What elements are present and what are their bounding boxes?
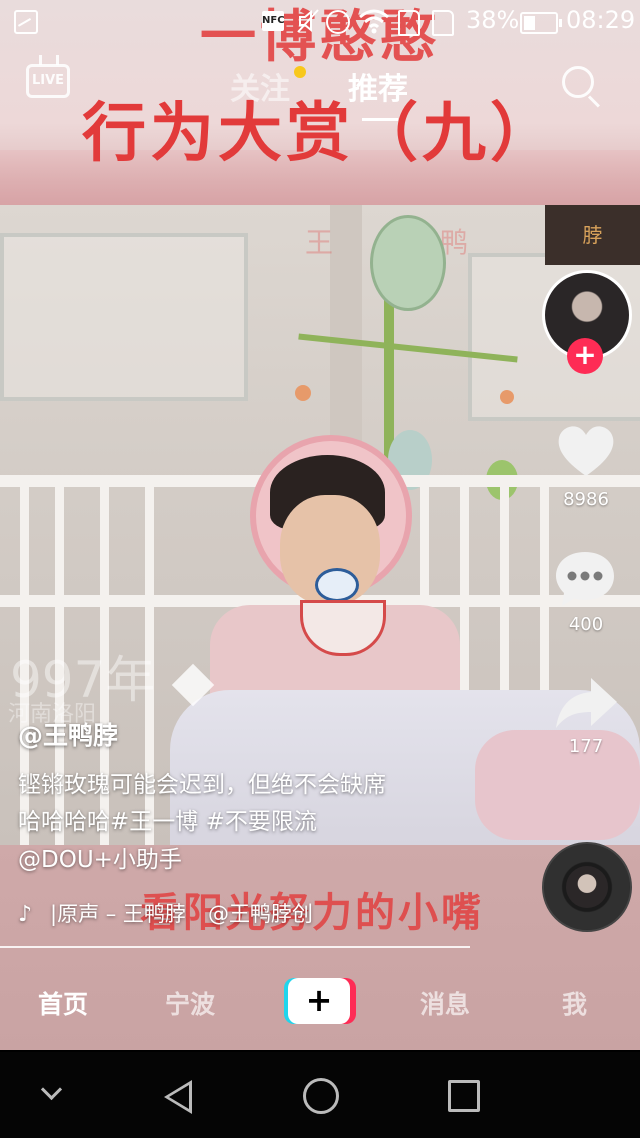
tab-me[interactable]: 我 bbox=[562, 985, 587, 1021]
home-circle-icon[interactable] bbox=[303, 1078, 339, 1114]
music-author: @王鸭脖创 bbox=[207, 902, 313, 926]
caption-mention[interactable]: @DOU+小助手 bbox=[18, 840, 182, 874]
gallery-icon bbox=[14, 10, 38, 34]
comment-count: 400 bbox=[568, 614, 604, 635]
sim2-icon bbox=[432, 10, 454, 36]
caption-line: 铿锵玫瑰可能会迟到，但绝不会缺席 bbox=[18, 772, 386, 798]
wall-panel bbox=[0, 233, 248, 401]
battery-percent: 38% bbox=[466, 6, 520, 34]
music-cover bbox=[566, 866, 608, 908]
status-bar: NFC 38% 08:29 bbox=[0, 0, 640, 44]
video-progress-bar bbox=[0, 946, 470, 948]
heart-icon[interactable] bbox=[553, 418, 619, 484]
clock: 08:29 bbox=[566, 6, 636, 34]
nfc-icon: NFC bbox=[262, 11, 285, 31]
banner-title-line-2: 行为大赏（九） bbox=[82, 97, 558, 171]
music-title: |原声 – 王鸭脖 bbox=[50, 902, 186, 926]
caption-hashtags[interactable]: 哈哈哈哈#王一博 #不要限流 bbox=[18, 802, 317, 836]
active-tab-underline bbox=[362, 118, 398, 121]
chevron-down-icon[interactable] bbox=[40, 1078, 63, 1101]
author-handle[interactable]: @王鸭脖 bbox=[18, 716, 118, 752]
system-nav-bar bbox=[0, 1052, 640, 1138]
mute-icon bbox=[297, 9, 319, 33]
battery-icon bbox=[520, 12, 562, 34]
toy bbox=[500, 390, 514, 404]
music-info[interactable]: ♪ |原声 – 王鸭脖 @王鸭脖创 bbox=[18, 898, 313, 928]
recents-icon[interactable] bbox=[448, 1080, 480, 1112]
battery-nub bbox=[559, 19, 562, 27]
battery-fill bbox=[524, 16, 535, 30]
music-note-icon: ♪ bbox=[18, 902, 33, 927]
toy bbox=[295, 385, 311, 401]
create-button[interactable]: + bbox=[284, 978, 356, 1024]
plus-icon: + bbox=[288, 978, 350, 1024]
follow-button[interactable]: + bbox=[567, 338, 603, 374]
back-icon-inner bbox=[169, 1085, 189, 1109]
tab-home[interactable]: 首页 bbox=[38, 985, 88, 1021]
search-icon[interactable] bbox=[562, 66, 594, 98]
sim1-icon bbox=[398, 10, 420, 36]
like-count: 8986 bbox=[563, 489, 609, 510]
door bbox=[330, 205, 362, 455]
share-icon[interactable] bbox=[553, 676, 619, 732]
tab-for-you[interactable]: 推荐 bbox=[348, 64, 408, 108]
toy bbox=[370, 215, 446, 311]
pacifier bbox=[315, 568, 359, 602]
tab-following[interactable]: 关注 bbox=[230, 64, 290, 108]
comment-icon[interactable] bbox=[552, 548, 618, 608]
tab-city[interactable]: 宁波 bbox=[165, 985, 215, 1021]
watermark-text: 王 bbox=[305, 226, 334, 259]
wifi-icon bbox=[359, 9, 389, 34]
wall-sign: 脖 bbox=[545, 205, 640, 265]
screen: 一博憨憨 行为大赏（九） 脖 王 鸭 看阳光努力的小嘴 997年 河南洛阳 NF… bbox=[0, 0, 640, 1138]
music-disc[interactable] bbox=[542, 842, 632, 932]
alarm-icon bbox=[326, 10, 350, 34]
share-count: 177 bbox=[568, 736, 604, 757]
live-icon[interactable]: LIVE bbox=[26, 64, 70, 98]
new-content-dot bbox=[294, 66, 306, 78]
tab-messages[interactable]: 消息 bbox=[420, 985, 470, 1021]
